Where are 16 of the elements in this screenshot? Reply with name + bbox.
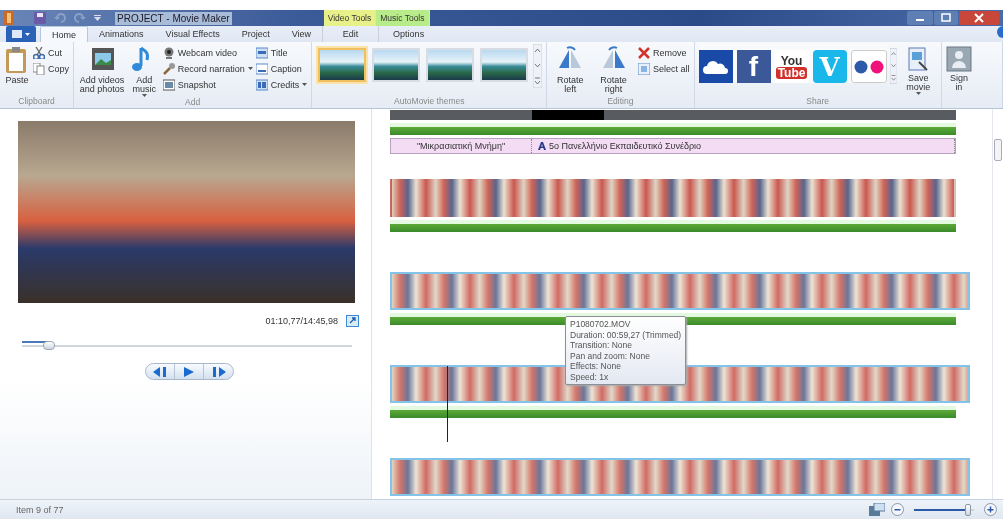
group-label: AutoMovie themes <box>393 96 466 108</box>
group-label: Add <box>184 97 202 109</box>
tooltip-text: Pan and zoom: None <box>570 350 651 361</box>
tooltip-text: Effects: None <box>570 361 622 372</box>
tooltip-text: Duration: 00:59,27 (Trimmed) <box>570 329 682 340</box>
group-label: Share <box>805 96 830 108</box>
group-label: Editing <box>606 96 635 108</box>
tooltip-text: Transition: None <box>570 340 634 351</box>
group-label: Clipboard <box>17 96 56 108</box>
window-title: PROJECT - Movie Maker <box>115 11 232 25</box>
status-text: Item 9 of 77 <box>16 504 64 515</box>
playback-time: 01:10,77/14:45,98 <box>265 316 338 326</box>
tooltip-text: P1080702.MOV <box>570 319 632 330</box>
context-tab-header: Music Tools <box>376 10 430 26</box>
context-tab-header: Video Tools <box>323 10 377 26</box>
tooltip-text: Speed: 1x <box>570 371 610 382</box>
